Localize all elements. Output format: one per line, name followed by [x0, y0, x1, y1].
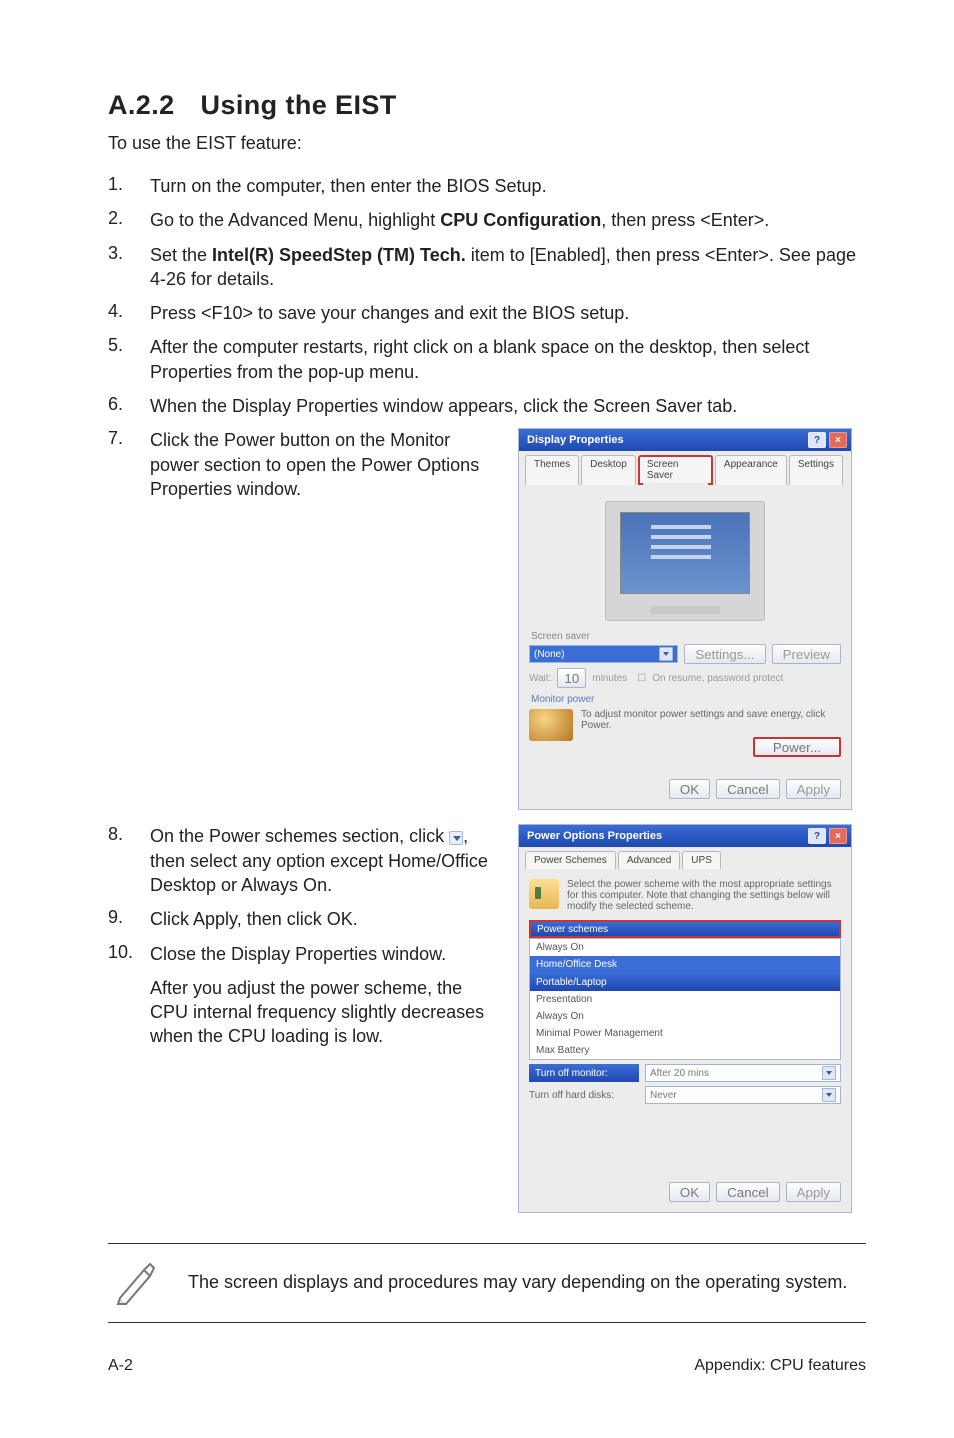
section-heading: A.2.2 Using the EIST: [108, 90, 866, 121]
ok-button[interactable]: OK: [669, 779, 710, 799]
heading-title: Using the EIST: [201, 90, 397, 121]
wait-label: Wait:: [529, 673, 551, 684]
step-num: 1.: [108, 174, 150, 198]
tab-themes[interactable]: Themes: [525, 455, 579, 485]
after-note: After you adjust the power scheme, the C…: [150, 976, 496, 1049]
note-callout: The screen displays and procedures may v…: [108, 1243, 866, 1323]
step-num: 8.: [108, 824, 150, 897]
cancel-button[interactable]: Cancel: [716, 779, 780, 799]
steps-list: 1. Turn on the computer, then enter the …: [108, 174, 866, 418]
chevron-down-icon: [822, 1088, 836, 1102]
screen-saver-group-label: Screen saver: [531, 631, 841, 642]
intro-text: To use the EIST feature:: [108, 133, 866, 154]
scheme-option[interactable]: Presentation: [530, 991, 840, 1008]
tab-advanced[interactable]: Advanced: [618, 851, 680, 869]
step-num: 2.: [108, 208, 150, 232]
power-options-window: Power Options Properties ? × Power Schem…: [518, 824, 852, 1213]
window-title: Display Properties: [527, 434, 624, 446]
ok-button[interactable]: OK: [669, 1182, 710, 1202]
cancel-button[interactable]: Cancel: [716, 1182, 780, 1202]
tab-desktop[interactable]: Desktop: [581, 455, 636, 485]
tab-appearance[interactable]: Appearance: [715, 455, 787, 485]
power-plug-icon: [529, 879, 559, 909]
wait-stepper[interactable]: 10: [557, 668, 586, 688]
footer-right: Appendix: CPU features: [694, 1357, 866, 1375]
screen-saver-select[interactable]: (None): [529, 645, 678, 663]
step-num: 10.: [108, 942, 150, 966]
scheme-option[interactable]: Always On: [530, 1008, 840, 1025]
close-button[interactable]: ×: [829, 828, 847, 844]
power-blurb: Select the power scheme with the most ap…: [567, 879, 841, 912]
tab-power-schemes[interactable]: Power Schemes: [525, 851, 616, 869]
titlebar: Power Options Properties ? ×: [519, 825, 851, 847]
pencil-icon: [108, 1254, 164, 1310]
apply-button[interactable]: Apply: [786, 779, 841, 799]
step-num: 5.: [108, 335, 150, 384]
turn-off-hd-label: Turn off hard disks:: [529, 1090, 639, 1101]
monitor-power-icon: [529, 709, 573, 741]
power-schemes-dropdown[interactable]: Always On Home/Office Desk Portable/Lapt…: [529, 938, 841, 1060]
turn-off-monitor-select[interactable]: After 20 mins: [645, 1064, 841, 1082]
turn-off-hd-select[interactable]: Never: [645, 1086, 841, 1104]
tabs-bar: Themes Desktop Screen Saver Appearance S…: [519, 451, 851, 485]
titlebar: Display Properties ? ×: [519, 429, 851, 451]
close-button[interactable]: ×: [829, 432, 847, 448]
page-footer: A-2 Appendix: CPU features: [108, 1357, 866, 1375]
step-body: After the computer restarts, right click…: [150, 335, 866, 384]
step-body: Click the Power button on the Monitor po…: [150, 428, 496, 501]
display-properties-window: Display Properties ? × Themes Desktop Sc…: [518, 428, 852, 810]
help-button[interactable]: ?: [808, 828, 826, 844]
step-body: Press <F10> to save your changes and exi…: [150, 301, 866, 325]
monitor-power-text: To adjust monitor power settings and sav…: [581, 709, 841, 731]
window-title: Power Options Properties: [527, 830, 662, 842]
chevron-down-icon: [659, 647, 673, 661]
apply-button[interactable]: Apply: [786, 1182, 841, 1202]
chevron-down-icon: [822, 1066, 836, 1080]
scheme-option[interactable]: Minimal Power Management: [530, 1025, 840, 1042]
heading-number: A.2.2: [108, 90, 175, 121]
power-button[interactable]: Power...: [753, 737, 841, 757]
step-num: 9.: [108, 907, 150, 931]
tab-screen-saver[interactable]: Screen Saver: [638, 455, 713, 485]
step-body: Go to the Advanced Menu, highlight CPU C…: [150, 208, 866, 232]
step-num: 6.: [108, 394, 150, 418]
tab-ups[interactable]: UPS: [682, 851, 721, 869]
resume-label: On resume, password protect: [652, 673, 783, 684]
tab-settings[interactable]: Settings: [789, 455, 843, 485]
scheme-option[interactable]: Always On: [530, 939, 840, 956]
tabs-bar: Power Schemes Advanced UPS: [519, 847, 851, 869]
scheme-option-selected[interactable]: Home/Office Desk: [530, 956, 840, 973]
step-num: 7.: [108, 428, 150, 501]
dropdown-arrow-icon: [449, 831, 463, 845]
turn-off-monitor-label: Turn off monitor:: [529, 1064, 639, 1082]
monitor-power-group-label: Monitor power: [531, 694, 841, 705]
preview-button[interactable]: Preview: [772, 644, 841, 664]
step-body: Set the Intel(R) SpeedStep (TM) Tech. it…: [150, 243, 866, 292]
selected-saver: (None): [534, 649, 565, 660]
monitor-preview: [605, 501, 765, 621]
step-body: Turn on the computer, then enter the BIO…: [150, 174, 866, 198]
footer-left: A-2: [108, 1357, 133, 1375]
step-body: Click Apply, then click OK.: [150, 907, 496, 931]
help-button[interactable]: ?: [808, 432, 826, 448]
step-body: Close the Display Properties window.: [150, 942, 496, 966]
scheme-option[interactable]: Max Battery: [530, 1042, 840, 1059]
power-schemes-label: Power schemes: [529, 920, 841, 938]
note-text: The screen displays and procedures may v…: [188, 1271, 847, 1294]
step-num: 3.: [108, 243, 150, 292]
wait-minutes: minutes: [592, 673, 627, 684]
step-body: On the Power schemes section, click , th…: [150, 824, 496, 897]
step-body: When the Display Properties window appea…: [150, 394, 866, 418]
settings-button[interactable]: Settings...: [684, 644, 765, 664]
step-num: 4.: [108, 301, 150, 325]
